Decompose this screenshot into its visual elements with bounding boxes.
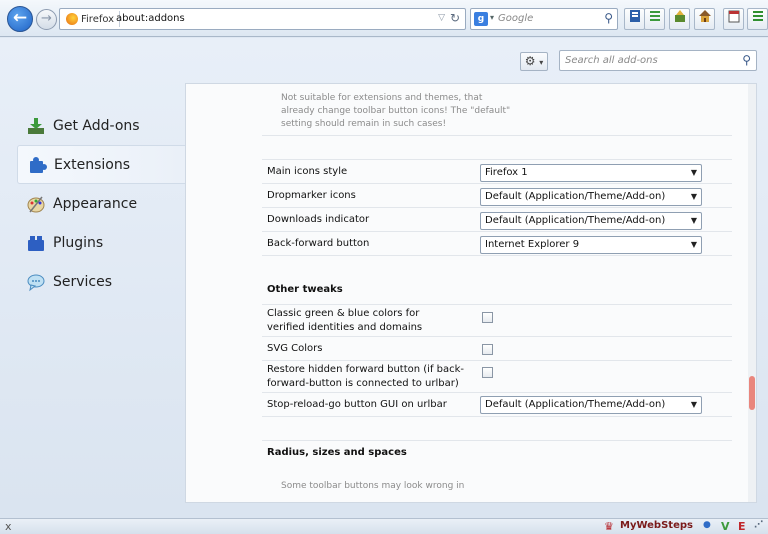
tweak-row: Classic green & blue colors for verified… — [262, 304, 732, 336]
divider — [262, 416, 732, 417]
speech-bubble-icon — [25, 271, 47, 293]
extension-options-pane: Not suitable for extensions and themes, … — [185, 83, 757, 503]
tweak-label: Stop-reload-go button GUI on urlbar — [267, 399, 447, 410]
category-plugins[interactable]: Plugins — [17, 223, 185, 262]
category-appearance[interactable]: Appearance — [17, 184, 185, 223]
select-value: Default (Application/Theme/Add-on) — [485, 399, 666, 410]
url-history-dropmarker-icon[interactable]: ▽ — [438, 13, 445, 23]
navigation-toolbar: ← → Firefox about:addons ▽ ↻ g ▾ Google … — [0, 0, 768, 37]
back-forward-button-select[interactable]: Internet Explorer 9 ▼ — [480, 236, 702, 254]
firefox-logo-icon — [66, 13, 78, 25]
chevron-down-icon: ▼ — [690, 192, 697, 201]
web-search-bar[interactable]: g ▾ Google ⚲ — [470, 8, 618, 30]
scrollbar-thumb[interactable] — [749, 376, 755, 410]
chevron-down-icon: ▾ — [539, 58, 544, 67]
resize-grip-icon[interactable]: ⋰ — [754, 520, 763, 530]
category-label: Appearance — [53, 195, 138, 212]
site-identity-box[interactable]: Firefox — [63, 11, 121, 27]
tweak-label: SVG Colors — [267, 343, 323, 354]
home-icon[interactable] — [694, 8, 715, 30]
menu-icon[interactable] — [747, 8, 768, 30]
plugin-blocks-icon — [25, 232, 47, 254]
gear-icon: ⚙ — [524, 54, 536, 68]
chevron-down-icon: ▼ — [690, 400, 697, 409]
setting-label: Downloads indicator — [267, 214, 370, 225]
tweak-row: Restore hidden forward button (if back-f… — [262, 360, 732, 392]
e-status-icon[interactable]: E — [738, 520, 746, 533]
forward-button[interactable]: → — [36, 9, 57, 30]
close-icon[interactable]: x — [5, 520, 12, 533]
url-bar[interactable]: Firefox about:addons ▽ ↻ — [59, 8, 466, 30]
setting-label: Back-forward button — [267, 238, 370, 249]
radius-sizes-title: Radius, sizes and spaces — [267, 447, 407, 458]
addons-search-input[interactable]: Search all add-ons ⚲ — [559, 50, 757, 71]
category-services[interactable]: Services — [17, 262, 185, 301]
select-value: Default (Application/Theme/Add-on) — [485, 215, 666, 226]
category-label: Extensions — [54, 156, 131, 173]
engine-dropdown-icon[interactable]: ▾ — [490, 13, 494, 22]
downloads-indicator-select[interactable]: Default (Application/Theme/Add-on) ▼ — [480, 212, 702, 230]
divider — [262, 135, 732, 136]
section-header-row: Other tweaks — [262, 278, 732, 304]
bottom-note: Some toolbar buttons may look wrong in — [281, 481, 465, 491]
tweak-row: Stop-reload-go button GUI on urlbar Defa… — [262, 392, 732, 416]
tweak-label: Classic green & blue colors for verified… — [267, 308, 423, 333]
svg-colors-checkbox[interactable] — [482, 344, 493, 355]
category-extensions[interactable]: Extensions — [17, 145, 185, 184]
select-value: Internet Explorer 9 — [485, 239, 580, 250]
bookmarks-icon[interactable] — [624, 8, 645, 30]
classic-colors-checkbox[interactable] — [482, 312, 493, 323]
search-icon[interactable]: ⚲ — [742, 53, 751, 67]
category-label: Get Add-ons — [53, 117, 140, 134]
setting-label: Main icons style — [267, 166, 348, 177]
category-label: Plugins — [53, 234, 104, 251]
bookmark-list-icon[interactable] — [644, 8, 665, 30]
restore-forward-button-checkbox[interactable] — [482, 367, 493, 378]
divider — [262, 255, 732, 256]
setting-row: Downloads indicator Default (Application… — [262, 207, 732, 231]
v-status-icon[interactable]: V — [721, 520, 730, 533]
stop-reload-go-select[interactable]: Default (Application/Theme/Add-on) ▼ — [480, 396, 702, 414]
setting-row: Main icons style Firefox 1 ▼ — [262, 159, 732, 183]
setting-row: Back-forward button Internet Explorer 9 ▼ — [262, 231, 732, 255]
main-icons-style-select[interactable]: Firefox 1 ▼ — [480, 164, 702, 182]
puzzle-icon — [26, 154, 48, 176]
chevron-down-icon: ▼ — [690, 240, 697, 249]
select-value: Firefox 1 — [485, 167, 528, 178]
dropmarker-icons-select[interactable]: Default (Application/Theme/Add-on) ▼ — [480, 188, 702, 206]
addons-search-placeholder[interactable]: Search all add-ons — [565, 55, 658, 66]
top-note: Not suitable for extensions and themes, … — [281, 93, 511, 129]
tweak-label: Restore hidden forward button (if back-f… — [267, 364, 465, 389]
crown-icon: ♛ — [604, 520, 614, 533]
other-tweaks-title: Other tweaks — [267, 284, 343, 295]
downloads-icon[interactable] — [669, 8, 690, 30]
mywebsteps-label[interactable]: MyWebSteps — [620, 520, 693, 531]
category-get-addons[interactable]: Get Add-ons — [17, 106, 185, 145]
section-header-row: Radius, sizes and spaces — [262, 440, 732, 466]
chevron-down-icon: ▼ — [690, 168, 697, 177]
pane-scrollbar[interactable] — [748, 84, 756, 502]
back-button[interactable]: ← — [7, 6, 33, 32]
reload-icon[interactable]: ↻ — [450, 11, 460, 25]
addons-manager: ⚙ ▾ Search all add-ons ⚲ Get Add-ons Ext… — [0, 38, 768, 518]
tools-gear-button[interactable]: ⚙ ▾ — [520, 52, 548, 71]
google-engine-icon[interactable]: g — [474, 12, 488, 26]
status-bar: x ♛ MyWebSteps ● V E ⋰ — [0, 518, 768, 534]
identity-label: Firefox — [81, 13, 115, 25]
category-label: Services — [53, 273, 113, 290]
chevron-down-icon: ▼ — [690, 216, 697, 225]
url-text[interactable]: about:addons — [116, 13, 185, 24]
tweak-row: SVG Colors — [262, 336, 732, 360]
magnifier-icon[interactable]: ⚲ — [604, 11, 613, 25]
select-value: Default (Application/Theme/Add-on) — [485, 191, 666, 202]
download-icon — [25, 115, 47, 137]
palette-icon — [25, 193, 47, 215]
setting-label: Dropmarker icons — [267, 190, 356, 201]
setting-row: Dropmarker icons Default (Application/Th… — [262, 183, 732, 207]
calendar-icon[interactable] — [723, 8, 744, 30]
blue-dot-icon: ● — [703, 520, 711, 530]
search-placeholder[interactable]: Google — [498, 13, 533, 24]
